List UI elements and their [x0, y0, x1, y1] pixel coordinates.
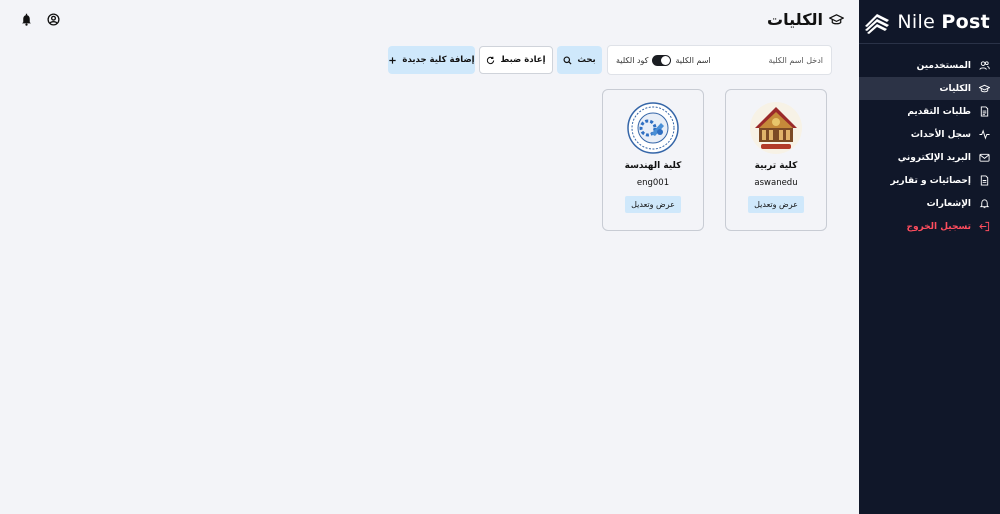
- sidebar-item-label: تسجيل الخروج: [906, 221, 972, 232]
- graduation-cap-icon: [979, 84, 990, 93]
- report-icon: [980, 175, 989, 186]
- toggle-label-faculty-name: اسم الكلية: [675, 55, 711, 65]
- toggle-label-faculty-code: كود الكلية: [616, 55, 649, 65]
- users-icon: [979, 61, 990, 70]
- sidebar-item-label: إحصائيات و تقارير: [890, 175, 971, 186]
- mail-icon: [979, 153, 990, 162]
- faculty-code: aswanedu: [754, 178, 798, 188]
- sidebar-item-logout[interactable]: تسجيل الخروج: [859, 215, 1000, 238]
- sidebar-item-reports[interactable]: إحصائيات و تقارير: [859, 169, 1000, 192]
- sidebar-item-email[interactable]: البريد الإلكتروني: [859, 146, 1000, 169]
- brand-name: Nile Post: [897, 11, 990, 33]
- search-bar: كود الكلية اسم الكلية: [607, 45, 832, 75]
- sidebar-item-label: الإشعارات: [926, 198, 971, 209]
- brand-logo-icon: [865, 13, 890, 34]
- bell-icon[interactable]: [20, 13, 33, 26]
- page-title-text: الكليات: [767, 10, 823, 29]
- add-faculty-button-label: إضافة كلية جديدة: [402, 55, 475, 65]
- search-icon: [563, 55, 572, 65]
- plus-icon: [389, 56, 397, 64]
- faculty-name: كلية الهندسة: [624, 161, 682, 171]
- reset-button[interactable]: إعادة ضبط: [479, 46, 553, 74]
- bell-icon: [979, 199, 990, 209]
- sidebar: Nile Post المستخدمين الكليات طلبات التقد…: [859, 0, 1000, 514]
- sidebar-item-label: البريد الإلكتروني: [897, 152, 971, 163]
- sidebar-item-label: الكليات: [939, 83, 971, 94]
- faculty-logo-education: [750, 102, 802, 154]
- search-mode-toggle[interactable]: [652, 54, 672, 66]
- brand-name-bold: Post: [941, 10, 990, 33]
- sidebar-nav: المستخدمين الكليات طلبات التقديم سجل الأ…: [859, 54, 1000, 238]
- activity-icon: [979, 129, 990, 140]
- faculty-code: eng001: [636, 178, 670, 188]
- page-title: الكليات: [767, 10, 844, 29]
- sidebar-item-label: سجل الأحداث: [910, 129, 971, 140]
- sidebar-item-faculties[interactable]: الكليات: [859, 77, 1000, 100]
- faculty-card: كلية الهندسة eng001 عرض وتعديل: [602, 89, 704, 231]
- view-edit-button[interactable]: عرض وتعديل: [748, 196, 804, 213]
- view-edit-button[interactable]: عرض وتعديل: [625, 196, 681, 213]
- add-faculty-button[interactable]: إضافة كلية جديدة: [388, 46, 475, 74]
- brand-name-light: Nile: [897, 10, 936, 33]
- document-icon: [980, 106, 989, 117]
- faculty-name: كلية تربية: [754, 161, 798, 171]
- faculty-logo-engineering: [627, 102, 679, 154]
- sidebar-item-applications[interactable]: طلبات التقديم: [859, 100, 1000, 123]
- graduation-cap-icon: [829, 14, 844, 25]
- faculty-card: كلية تربية aswanedu عرض وتعديل: [725, 89, 827, 231]
- logout-icon: [979, 221, 990, 232]
- refresh-icon: [487, 56, 495, 64]
- topbar-icons: [20, 13, 60, 26]
- sidebar-item-users[interactable]: المستخدمين: [859, 54, 1000, 77]
- sidebar-item-notifications[interactable]: الإشعارات: [859, 192, 1000, 215]
- user-circle-icon[interactable]: [47, 13, 60, 26]
- search-button-label: بحث: [577, 55, 596, 65]
- reset-button-label: إعادة ضبط: [500, 55, 546, 65]
- search-button[interactable]: بحث: [557, 46, 602, 74]
- sidebar-item-label: طلبات التقديم: [907, 106, 971, 117]
- brand[interactable]: Nile Post: [859, 0, 1000, 44]
- sidebar-item-label: المستخدمين: [916, 60, 971, 71]
- sidebar-item-events-log[interactable]: سجل الأحداث: [859, 123, 1000, 146]
- search-input[interactable]: [716, 55, 823, 65]
